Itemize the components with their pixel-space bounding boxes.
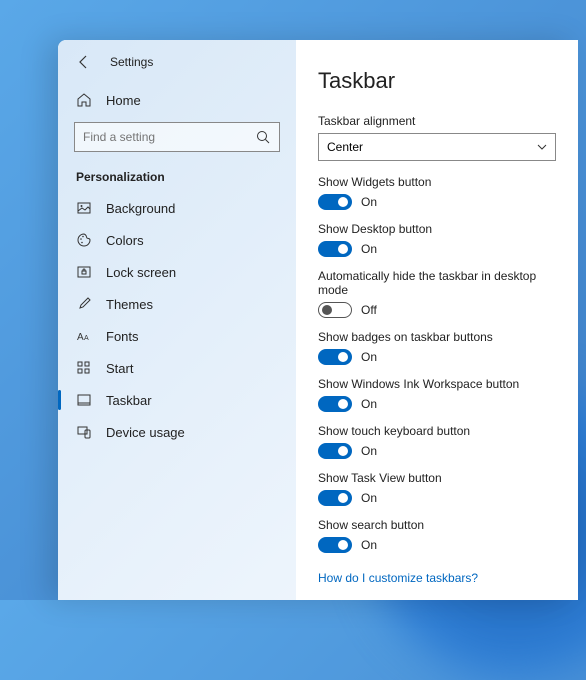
nav-list: Background Colors Lock screen Themes AA Fonts… [58, 192, 296, 448]
toggle-switch[interactable] [318, 302, 352, 318]
toggle-state: On [361, 538, 377, 552]
svg-text:A: A [84, 335, 89, 342]
toggle-label: Show search button [318, 518, 556, 532]
setting-toggle-row: Show Widgets button On [318, 175, 556, 210]
toggle-state: On [361, 444, 377, 458]
toggle-label: Show Desktop button [318, 222, 556, 236]
nav-item-taskbar[interactable]: Taskbar [58, 384, 296, 416]
toggle-switch[interactable] [318, 490, 352, 506]
nav-item-lock-screen[interactable]: Lock screen [58, 256, 296, 288]
device-icon [76, 424, 92, 440]
header: Settings [58, 54, 296, 84]
settings-window: Settings Home Personalization Background… [58, 40, 578, 600]
toggle-state: Off [361, 303, 377, 317]
main-panel: Taskbar Taskbar alignment Center Show Wi… [296, 40, 578, 600]
palette-icon [76, 232, 92, 248]
toggle-label: Automatically hide the taskbar in deskto… [318, 269, 556, 297]
nav-item-background[interactable]: Background [58, 192, 296, 224]
nav-item-label: Themes [106, 297, 153, 312]
toggle-state: On [361, 491, 377, 505]
toggle-label: Show Windows Ink Workspace button [318, 377, 556, 391]
nav-item-themes[interactable]: Themes [58, 288, 296, 320]
toggle-state: On [361, 397, 377, 411]
nav-item-label: Lock screen [106, 265, 176, 280]
nav-item-label: Colors [106, 233, 144, 248]
alignment-dropdown[interactable]: Center [318, 133, 556, 161]
nav-item-colors[interactable]: Colors [58, 224, 296, 256]
toggle-list: Show Widgets buttonOnShow Desktop button… [318, 175, 556, 553]
lock-icon [76, 264, 92, 280]
toggle-label: Show touch keyboard button [318, 424, 556, 438]
nav-item-label: Background [106, 201, 175, 216]
toggle-switch[interactable] [318, 443, 352, 459]
toggle-state: On [361, 350, 377, 364]
nav-item-label: Device usage [106, 425, 185, 440]
nav-home[interactable]: Home [58, 84, 296, 116]
section-title: Personalization [58, 164, 296, 192]
toggle-state: On [361, 242, 377, 256]
font-icon: AA [76, 328, 92, 344]
toggle-switch[interactable] [318, 396, 352, 412]
nav-item-label: Taskbar [106, 393, 152, 408]
help-link[interactable]: How do I customize taskbars? [318, 571, 478, 585]
toggle-switch[interactable] [318, 537, 352, 553]
alignment-label: Taskbar alignment [318, 114, 556, 128]
search-input[interactable] [83, 130, 255, 144]
toggle-label: Show Widgets button [318, 175, 556, 189]
toggle-switch[interactable] [318, 349, 352, 365]
nav-item-start[interactable]: Start [58, 352, 296, 384]
page-title: Taskbar [318, 68, 556, 94]
chevron-down-icon [537, 142, 547, 152]
home-icon [76, 92, 92, 108]
toggle-label: Show Task View button [318, 471, 556, 485]
setting-toggle-row: Show search button On [318, 518, 556, 553]
back-button[interactable] [76, 54, 92, 70]
setting-toggle-row: Show touch keyboard button On [318, 424, 556, 459]
setting-toggle-row: Show badges on taskbar buttons On [318, 330, 556, 365]
watermark: PConline [521, 578, 578, 594]
alignment-value: Center [327, 140, 363, 154]
taskbar-icon [76, 392, 92, 408]
setting-toggle-row: Show Windows Ink Workspace button On [318, 377, 556, 412]
setting-alignment: Taskbar alignment Center [318, 114, 556, 161]
setting-toggle-row: Show Desktop button On [318, 222, 556, 257]
nav-item-label: Fonts [106, 329, 139, 344]
nav-item-fonts[interactable]: AA Fonts [58, 320, 296, 352]
search-icon [255, 129, 271, 145]
toggle-state: On [361, 195, 377, 209]
image-icon [76, 200, 92, 216]
sidebar: Settings Home Personalization Background… [58, 40, 296, 600]
header-title: Settings [110, 55, 153, 69]
svg-text:A: A [77, 332, 84, 343]
search-box[interactable] [74, 122, 280, 152]
watermark-sub: 太平洋电脑网 [524, 565, 578, 578]
toggle-switch[interactable] [318, 241, 352, 257]
setting-toggle-row: Automatically hide the taskbar in deskto… [318, 269, 556, 318]
nav-item-device-usage[interactable]: Device usage [58, 416, 296, 448]
brush-icon [76, 296, 92, 312]
nav-item-label: Start [106, 361, 133, 376]
toggle-switch[interactable] [318, 194, 352, 210]
toggle-label: Show badges on taskbar buttons [318, 330, 556, 344]
setting-toggle-row: Show Task View button On [318, 471, 556, 506]
grid-icon [76, 360, 92, 376]
nav-home-label: Home [106, 93, 141, 108]
